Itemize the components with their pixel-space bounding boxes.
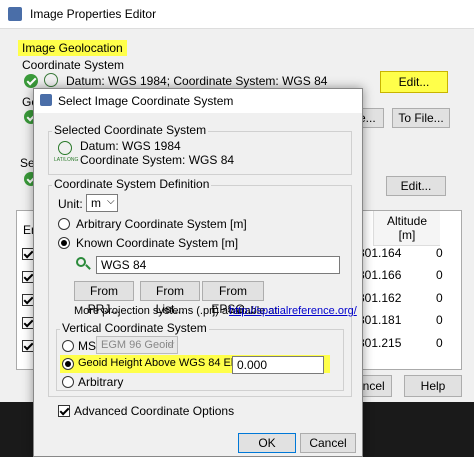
advanced-options-label: Advanced Coordinate Options	[74, 404, 235, 418]
dialog-cancel-button[interactable]: Cancel	[300, 433, 356, 453]
extra-cell: 0	[436, 246, 443, 260]
from-prj-button[interactable]: From PRJ...	[74, 281, 134, 316]
arbitrary-vertical-radio[interactable]	[62, 376, 74, 388]
selected-cs-group-label: Selected Coordinate System	[52, 123, 209, 137]
datum-text: Datum: WGS 1984; Coordinate System: WGS …	[66, 74, 328, 88]
unit-select-value: m	[91, 196, 101, 210]
definition-group-label: Coordinate System Definition	[52, 177, 212, 191]
dialog-title: Select Image Coordinate System	[58, 94, 234, 108]
edit-button-2[interactable]: Edit...	[386, 176, 446, 196]
altitude-cell: 301.215	[358, 336, 402, 350]
chevron-down-icon: ⌵	[167, 338, 175, 349]
geoid-height-input[interactable]: 0.000	[232, 356, 324, 374]
selected-cs: Coordinate System: WGS 84	[80, 153, 235, 167]
known-cs-label: Known Coordinate System [m]	[76, 236, 239, 250]
known-cs-radio[interactable]	[58, 237, 70, 249]
globe-caption: LAT/LONG	[54, 157, 79, 163]
arbitrary-cs-radio[interactable]	[58, 218, 70, 230]
altitude-header: Altitude [m]	[373, 211, 440, 246]
status-check-icon	[24, 74, 38, 88]
extra-cell: 0	[436, 268, 443, 282]
altitude-cell: 301.181	[358, 313, 402, 327]
geoid-height-radio[interactable]	[62, 358, 74, 370]
coordinate-system-search[interactable]: WGS 84	[96, 256, 340, 274]
main-window-title: Image Properties Editor	[30, 7, 157, 21]
unit-select[interactable]: m ⌵	[86, 194, 118, 212]
msl-geoid-select-value: EGM 96 Geoid	[101, 339, 174, 351]
altitude-cell: 301.164	[358, 246, 402, 260]
advanced-options-checkbox[interactable]	[58, 405, 70, 417]
arbitrary-cs-label: Arbitrary Coordinate System [m]	[76, 217, 247, 231]
altitude-cell: 301.162	[358, 291, 402, 305]
to-file-button[interactable]: To File...	[392, 108, 450, 128]
dialog-title-bar: Select Image Coordinate System	[34, 89, 362, 113]
altitude-cell: 301.166	[358, 268, 402, 282]
extra-cell: 0	[436, 313, 443, 327]
dialog-icon	[40, 94, 52, 106]
chevron-down-icon: ⌵	[107, 196, 115, 207]
main-title-bar: Image Properties Editor	[0, 0, 474, 29]
extra-cell: 0	[436, 291, 443, 305]
msl-radio[interactable]	[62, 340, 74, 352]
altitude-header-unit: [m]	[398, 228, 416, 242]
altitude-header-label: Altitude	[386, 214, 428, 228]
globe-icon	[44, 73, 58, 87]
edit-button[interactable]: Edit...	[380, 71, 448, 93]
msl-geoid-select[interactable]: EGM 96 Geoid ⌵	[96, 336, 178, 354]
selected-datum: Datum: WGS 1984	[80, 139, 181, 153]
globe-icon	[58, 141, 72, 155]
from-list-button[interactable]: From List...	[140, 281, 200, 316]
help-button[interactable]: Help	[404, 375, 462, 397]
ok-button[interactable]: OK	[238, 433, 296, 453]
unit-label: Unit:	[58, 197, 83, 211]
extra-cell: 0	[436, 336, 443, 350]
arbitrary-vertical-label: Arbitrary	[78, 375, 124, 389]
vertical-cs-group-label: Vertical Coordinate System	[60, 321, 209, 335]
spatialreference-link[interactable]: http://spatialreference.org/	[229, 305, 357, 317]
from-epsg-button[interactable]: From EPSG...	[202, 281, 264, 316]
image-geolocation-heading: Image Geolocation	[18, 40, 127, 56]
coordinate-system-dialog: Select Image Coordinate System Selected …	[33, 88, 363, 457]
app-icon	[8, 7, 22, 21]
coordinate-system-label: Coordinate System	[22, 58, 125, 72]
